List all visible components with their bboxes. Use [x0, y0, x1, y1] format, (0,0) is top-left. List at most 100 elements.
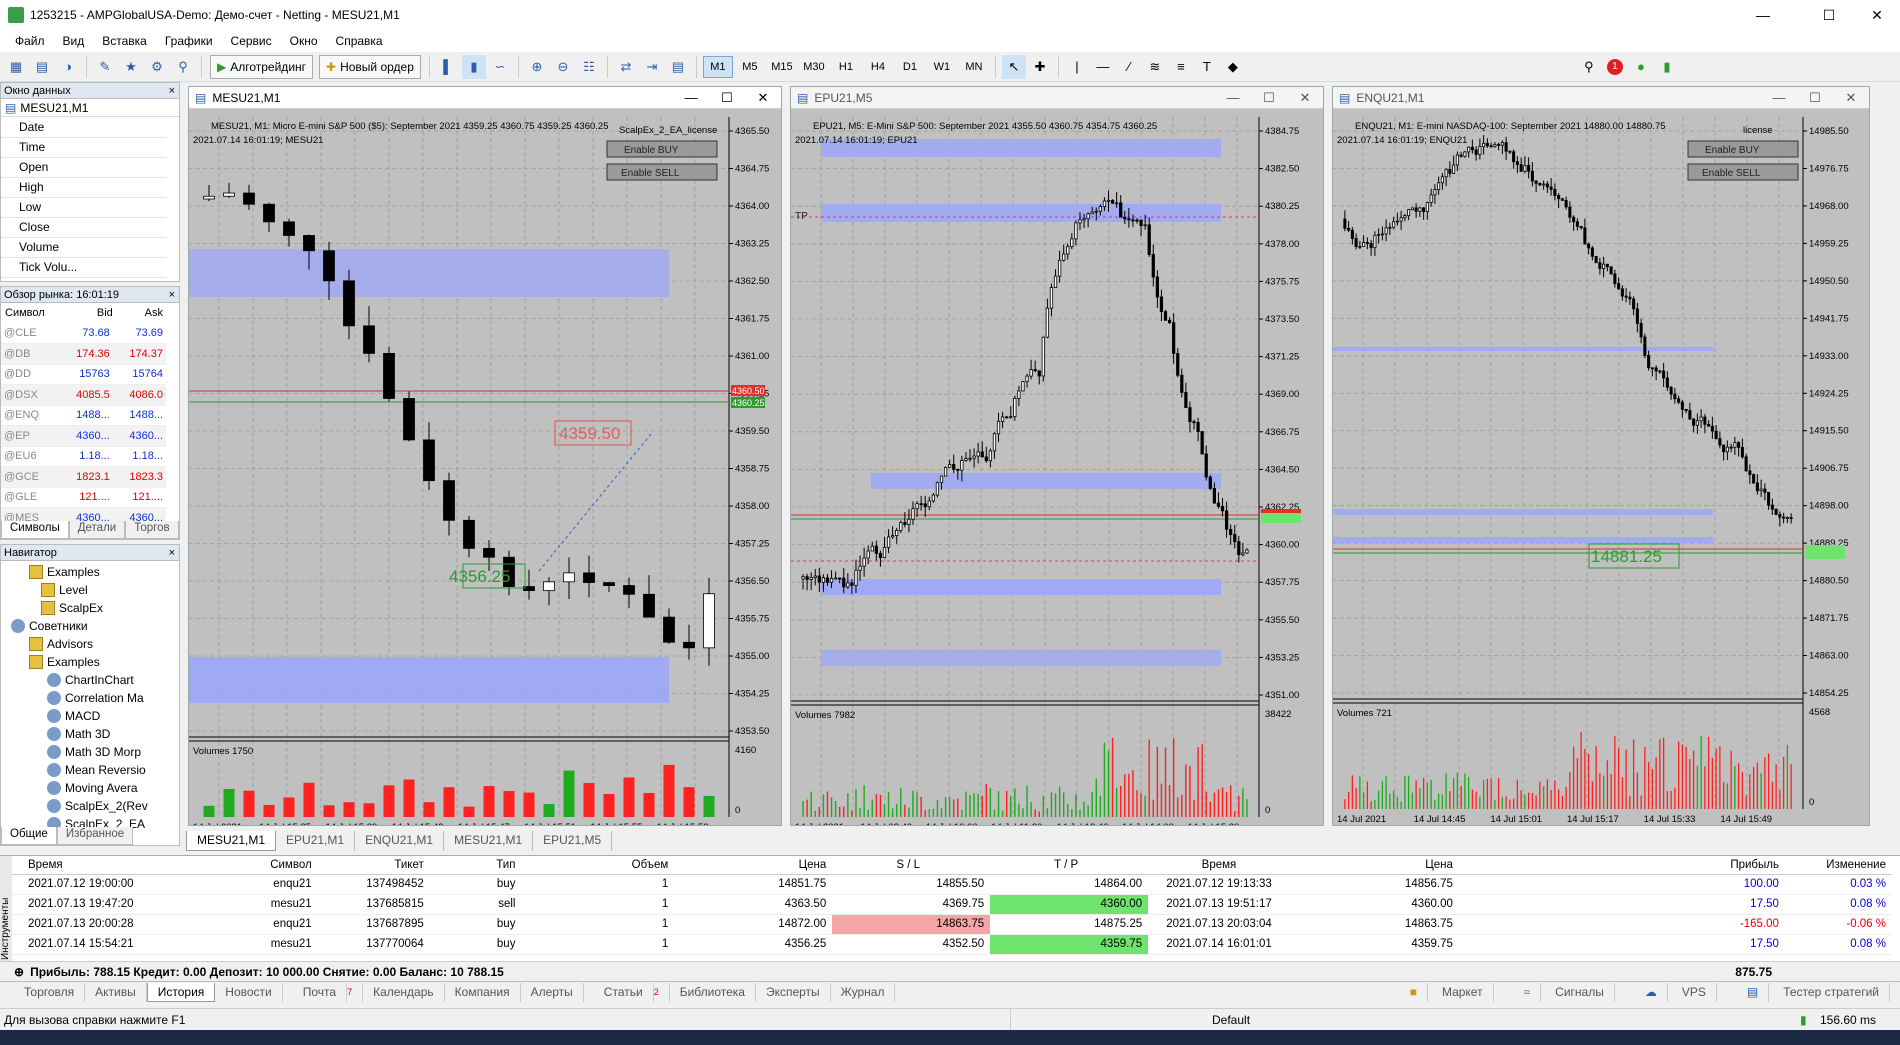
market-watch-icon[interactable]: ◑ [56, 55, 80, 79]
autoscroll-icon[interactable]: ⇄ [614, 55, 638, 79]
profiles-icon[interactable]: ▤ [30, 55, 54, 79]
close-icon[interactable]: ✕ [1833, 90, 1869, 106]
market-row[interactable]: @ENQ 1488... 1488... [1, 405, 166, 426]
timeframe-m30[interactable]: M30 [799, 56, 829, 78]
column-ticket[interactable]: Тикет [317, 856, 430, 875]
navigator-item[interactable]: Moving Avera [1, 779, 179, 797]
navigator-item[interactable]: Examples [1, 653, 179, 671]
tab-articles[interactable]: Статьи 2 [584, 982, 670, 1002]
minimize-icon[interactable]: — [673, 90, 709, 106]
vps-link[interactable]: ☁ VPS [1625, 982, 1727, 1002]
market-row[interactable]: @GLE 121.... 121.... [1, 487, 166, 508]
column-tp[interactable]: T / P [990, 856, 1149, 875]
navigator-item[interactable]: ChartInChart [1, 671, 179, 689]
navigator-item[interactable]: Math 3D Morp [1, 743, 179, 761]
chart-tab[interactable]: EPU21,M1 [276, 831, 356, 851]
chart-window-epu21[interactable]: ▤ EPU21,M5 — ☐ ✕ 4384.75 4382.50 4380.25 4378.0… [790, 86, 1324, 826]
channel-icon[interactable]: ≋ [1143, 55, 1167, 79]
chart-canvas[interactable]: 4384.75 4382.50 4380.25 4378.00 4375.75 4373.… [791, 109, 1324, 825]
chart-shift-icon[interactable]: ⇥ [640, 55, 664, 79]
close-icon[interactable]: ✕ [1287, 90, 1323, 106]
data-window-icon[interactable]: ✎ [93, 55, 117, 79]
column-volume[interactable]: Объем [521, 856, 675, 875]
close-icon[interactable]: × [169, 289, 179, 301]
text-icon[interactable]: T [1195, 55, 1219, 79]
menu-help[interactable]: Справка [327, 34, 392, 48]
algo-trading-button[interactable]: ▶ Алготрейдинг [210, 54, 314, 79]
market-row[interactable]: @DD 15763 15764 [1, 364, 166, 385]
trend-line-icon[interactable]: ∕ [1117, 55, 1141, 79]
timeframe-h1[interactable]: H1 [831, 56, 861, 78]
signal-strength-icon[interactable]: ● [1629, 55, 1653, 79]
timeframe-m15[interactable]: M15 [767, 56, 797, 78]
navigator-item[interactable]: ScalpEx_2(Rev [1, 797, 179, 815]
navigator-icon[interactable]: ★ [119, 55, 143, 79]
market-row[interactable]: @EU6 1.18... 1.18... [1, 446, 166, 467]
column-bid[interactable]: Bid [60, 303, 113, 323]
menu-tools[interactable]: Сервис [222, 34, 281, 48]
search-icon[interactable]: ⚲ [1577, 55, 1601, 79]
tab-trading[interactable]: Торгов [125, 521, 179, 539]
navigator-item[interactable]: Mean Reversio [1, 761, 179, 779]
tab-common[interactable]: Общие [1, 827, 57, 845]
market-row[interactable]: @GCE 1823.1 1823.3 [1, 466, 166, 488]
table-row[interactable]: 2021.07.13 19:47:20 mesu21 137685815 sell 1 4… [12, 894, 1892, 915]
new-order-button[interactable]: ✚ Новый ордер [319, 54, 421, 79]
navigator-item[interactable]: Советники [1, 617, 179, 635]
bar-chart-icon[interactable]: ▌ [436, 55, 460, 79]
column-ask[interactable]: Ask [113, 303, 166, 323]
menu-window[interactable]: Окно [281, 34, 327, 48]
close-icon[interactable]: ✕ [745, 90, 781, 106]
chart-window-header[interactable]: ▤ EPU21,M5 — ☐ ✕ [791, 87, 1323, 109]
line-chart-icon[interactable]: ∽ [488, 55, 512, 79]
chart-canvas[interactable]: 14985.50 14976.75 14968.00 14959.25 14950.50… [1333, 109, 1870, 825]
column-symbol[interactable]: Символ [175, 856, 318, 875]
column-sl[interactable]: S / L [832, 856, 991, 875]
tile-windows-icon[interactable]: ☷ [577, 55, 601, 79]
timeframe-m5[interactable]: M5 [735, 56, 765, 78]
notifications-icon[interactable]: 1 [1603, 55, 1627, 79]
tab-details[interactable]: Детали [68, 521, 126, 539]
navigator-item[interactable]: Examples [1, 563, 179, 581]
minimize-icon[interactable]: — [1740, 0, 1786, 30]
column-symbol[interactable]: Символ [1, 303, 60, 323]
column-profit[interactable]: Прибыль [1458, 856, 1785, 875]
chart-tab[interactable]: ENQU21,M1 [355, 831, 445, 851]
market-link[interactable]: ■ Маркет [1390, 982, 1504, 1002]
tab-library[interactable]: Библиотека [670, 982, 756, 1002]
table-row[interactable]: 2021.07.13 20:00:28 enqu21 137687895 buy 1 14… [12, 914, 1892, 935]
strategy-tester-icon[interactable]: ⚲ [171, 55, 195, 79]
market-row[interactable]: @EP 4360... 4360... [1, 425, 166, 447]
tab-journal[interactable]: Журнал [831, 982, 896, 1002]
zoom-in-icon[interactable]: ⊕ [525, 55, 549, 79]
chart-tab[interactable]: MESU21,M1 [186, 831, 277, 851]
horizontal-line-icon[interactable]: — [1091, 55, 1115, 79]
templates-icon[interactable]: ▤ [666, 55, 690, 79]
market-row[interactable]: @CLE 73.68 73.69 [1, 323, 166, 344]
menu-insert[interactable]: Вставка [93, 34, 156, 48]
column-close-price[interactable]: Цена [1295, 856, 1459, 875]
column-type[interactable]: Тип [429, 856, 522, 875]
table-row[interactable]: 2021.07.14 15:54:21 mesu21 137770064 buy 1 43… [12, 934, 1892, 955]
terminal-icon[interactable]: ⚙ [145, 55, 169, 79]
cursor-icon[interactable]: ↖ [1001, 54, 1026, 79]
timeframe-mn[interactable]: MN [959, 56, 989, 78]
chart-window-enqu21[interactable]: ▤ ENQU21,M1— ☐ ✕ 14985.50 14976.75 14968.00 14… [1332, 86, 1870, 826]
tab-experts[interactable]: Эксперты [756, 982, 831, 1002]
timeframe-h4[interactable]: H4 [863, 56, 893, 78]
tab-favorites[interactable]: Избранное [56, 827, 134, 845]
zoom-out-icon[interactable]: ⊖ [551, 55, 575, 79]
maximize-icon[interactable]: ☐ [709, 90, 745, 106]
market-row[interactable]: @DSX 4085.5 4086.0 [1, 384, 166, 406]
maximize-icon[interactable]: ☐ [1806, 0, 1852, 30]
close-icon[interactable]: ✕ [1854, 0, 1900, 30]
column-open-time[interactable]: Время [12, 856, 176, 875]
chart-tab[interactable]: MESU21,M1 [444, 831, 534, 851]
navigator-item[interactable]: Level [1, 581, 179, 599]
new-chart-icon[interactable]: ▦ [4, 55, 28, 79]
navigator-item[interactable]: MACD [1, 707, 179, 725]
chart-window-header[interactable]: ▤ ENQU21,M1 — ☐ ✕ [1333, 87, 1869, 109]
timeframe-d1[interactable]: D1 [895, 56, 925, 78]
chart-window-header[interactable]: ▤ MESU21,M1 — ☐ ✕ [189, 87, 781, 109]
navigator-item[interactable]: Advisors [1, 635, 179, 653]
